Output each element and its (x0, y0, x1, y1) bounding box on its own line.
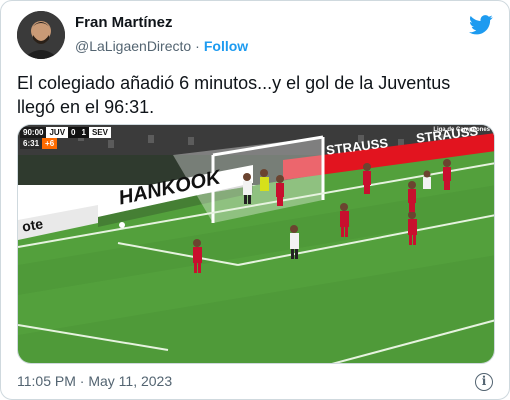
author-name[interactable]: Fran Martínez (75, 14, 173, 31)
avatar-image (17, 11, 65, 59)
added-time-clock: 6:31 (20, 138, 43, 149)
match-time: 90:00 (20, 127, 47, 138)
tweet-text-line-1: El colegiado añadió 6 minutos...y el gol… (17, 73, 451, 93)
away-team: SEV (88, 127, 111, 138)
info-icon[interactable]: i (475, 373, 493, 391)
follow-button[interactable]: Follow (204, 38, 248, 54)
added-time-minutes: +6 (42, 138, 58, 149)
tweet-timestamp[interactable]: 11:05 PM · May 11, 2023 (17, 373, 172, 389)
twitter-bird-icon[interactable] (469, 15, 493, 35)
author-handle-row: @LaLigaenDirecto · Follow (75, 38, 248, 54)
channel-logo: Liga de Campeones (433, 127, 490, 133)
away-goals: 1 (78, 127, 89, 138)
author-handle[interactable]: @LaLigaenDirecto (75, 38, 191, 54)
scoreboard: 90:00 JUV 0 1 SEV (20, 127, 111, 138)
home-goals: 0 (68, 127, 79, 138)
separator-dot: · (195, 38, 200, 54)
tweet-card[interactable]: Fran Martínez @LaLigaenDirecto · Follow … (0, 0, 510, 400)
added-time-bar: 6:31 +6 (20, 138, 58, 149)
home-team: JUV (46, 127, 69, 138)
avatar[interactable] (17, 11, 65, 59)
tweet-text: El colegiado añadió 6 minutos...y el gol… (17, 71, 495, 119)
tweet-text-line-2: llegó en el 96:31. (17, 97, 155, 117)
tweet-media[interactable]: 90:00 JUV 0 1 SEV 6:31 +6 STRAUSS STRAUS… (17, 124, 495, 364)
football-scene-image (18, 125, 494, 363)
